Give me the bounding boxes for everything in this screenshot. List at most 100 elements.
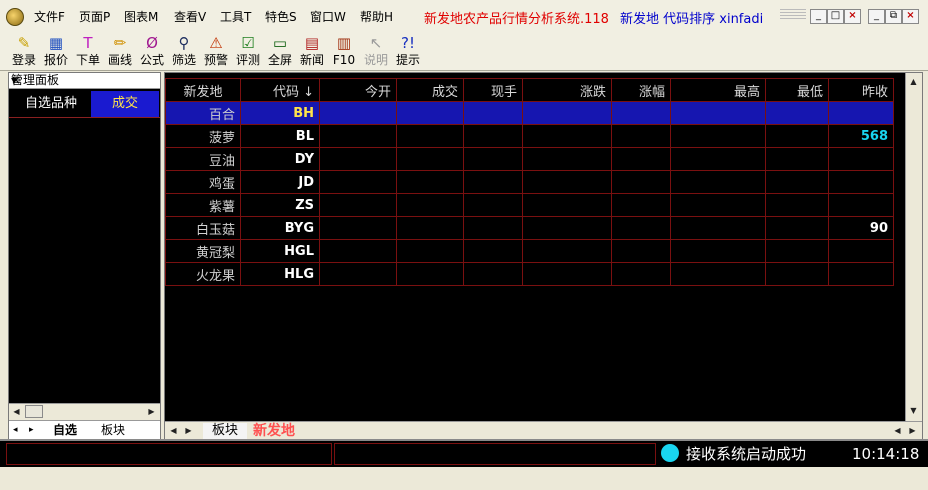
data-cell: [765, 101, 829, 125]
menu-page[interactable]: 页面P: [79, 8, 110, 25]
menu-chart[interactable]: 图表M: [124, 8, 158, 25]
data-cell: [670, 101, 766, 125]
sheet-next-icon[interactable]: ▶: [182, 424, 195, 437]
toolbar-button-10[interactable]: ▥ F10: [328, 32, 360, 70]
scroll-down-icon[interactable]: ▼: [907, 404, 920, 417]
menu-tools[interactable]: 工具T: [220, 8, 251, 25]
help-pointer-icon: ↖: [369, 34, 383, 52]
doc-minimize-button[interactable]: _: [868, 9, 885, 24]
data-cell: [463, 124, 523, 148]
evaluate-icon: ☑: [241, 34, 255, 52]
table-row[interactable]: 白玉菇 BYG 90: [165, 216, 894, 240]
data-cell: [319, 239, 397, 263]
toolbar-button-label: 公式: [139, 53, 164, 67]
toolbar-button-label: 新闻: [299, 53, 324, 67]
toolbar-button-2[interactable]: T 下单: [72, 32, 104, 70]
horizontal-scrollbar[interactable]: ◀ ▶: [9, 403, 160, 420]
tab-sector[interactable]: 板块: [101, 422, 125, 439]
doc-close-button[interactable]: ×: [902, 9, 919, 24]
toolbar-button-4[interactable]: Ø 公式: [136, 32, 168, 70]
data-cell: [765, 239, 829, 263]
toolbar-button-1[interactable]: ▦ 报价: [40, 32, 72, 70]
close-button[interactable]: ×: [844, 9, 861, 24]
toolbar-button-12[interactable]: ?! 提示: [392, 32, 424, 70]
column-header[interactable]: 现手: [463, 78, 523, 102]
menu-file[interactable]: 文件F: [34, 8, 65, 25]
product-name-cell: 火龙果: [165, 262, 241, 286]
column-header[interactable]: 涨幅: [611, 78, 671, 102]
tab-xinfadi-sheet[interactable]: 新发地: [253, 422, 295, 440]
data-cell: [765, 216, 829, 240]
tab-watchlist[interactable]: 自选: [53, 422, 77, 439]
column-header[interactable]: 新发地: [165, 78, 241, 102]
menu-help[interactable]: 帮助H: [360, 8, 393, 25]
menu-view[interactable]: 查看V: [174, 8, 206, 25]
volume-header[interactable]: 成交: [91, 91, 159, 117]
data-cell: [319, 216, 397, 240]
toolbar-grip: [780, 9, 806, 21]
toolbar-button-9[interactable]: ▤ 新闻: [296, 32, 328, 70]
panel-close-icon[interactable]: ×: [11, 73, 156, 88]
prev-close-cell: [828, 170, 894, 194]
table-row[interactable]: 黄冠梨 HGL: [165, 239, 894, 263]
restore-button[interactable]: □: [827, 9, 844, 24]
tab-next-icon[interactable]: ▸: [29, 422, 34, 439]
sheet-scroll-right-icon[interactable]: ▶: [906, 424, 919, 437]
data-cell: [611, 239, 671, 263]
table-row[interactable]: 菠萝 BL 568: [165, 124, 894, 148]
sheet-scroll-left-icon[interactable]: ◀: [891, 424, 904, 437]
data-cell: [396, 239, 464, 263]
product-code-cell: HGL: [240, 239, 320, 263]
scroll-thumb[interactable]: [25, 405, 43, 418]
order-icon: T: [83, 34, 93, 52]
menu-special[interactable]: 特色S: [265, 8, 297, 25]
sheet-tab-bar: ◀ ▶ 板块 新发地 ◀ ▶: [165, 421, 922, 440]
toolbar-button-label: 画线: [107, 53, 132, 67]
data-cell: [522, 147, 612, 171]
sheet-prev-icon[interactable]: ◀: [167, 424, 180, 437]
scroll-left-icon[interactable]: ◀: [10, 405, 23, 418]
column-header[interactable]: 昨收: [828, 78, 894, 102]
data-cell: [463, 216, 523, 240]
tip-icon: ?!: [401, 34, 415, 52]
app-logo-icon[interactable]: [6, 8, 24, 26]
minimize-button[interactable]: _: [810, 9, 827, 24]
data-cell: [670, 147, 766, 171]
toolbar-button-3[interactable]: ✏ 画线: [104, 32, 136, 70]
table-row[interactable]: 火龙果 HLG: [165, 262, 894, 286]
connection-status-icon: [661, 444, 679, 462]
product-name-cell: 菠萝: [165, 124, 241, 148]
table-row[interactable]: 紫薯 ZS: [165, 193, 894, 217]
scroll-up-icon[interactable]: ▲: [907, 75, 920, 88]
app-title: 新发地农产品行情分析系统.118: [424, 12, 609, 27]
column-header[interactable]: 今开: [319, 78, 397, 102]
toolbar-button-7[interactable]: ☑ 评测: [232, 32, 264, 70]
data-cell: [670, 239, 766, 263]
data-cell: [611, 262, 671, 286]
tab-sector-sheet[interactable]: 板块: [203, 423, 247, 439]
tab-prev-icon[interactable]: ◂: [13, 422, 18, 439]
doc-restore-button[interactable]: ⧉: [885, 9, 902, 24]
toolbar-button-5[interactable]: ⚲ 筛选: [168, 32, 200, 70]
column-header[interactable]: 最低: [765, 78, 829, 102]
toolbar-button-6[interactable]: ⚠ 预警: [200, 32, 232, 70]
menu-window[interactable]: 窗口W: [310, 8, 346, 25]
column-header[interactable]: 成交: [396, 78, 464, 102]
toolbar: ✎ 登录 ▦ 报价 T 下单 ✏ 画线 Ø 公式 ⚲ 筛选 ⚠ 预警 ☑ 评测 ▭ 全屏 ▤ 新闻 ▥ F10 ↖ 说明?! 提…: [0, 32, 928, 71]
vertical-scrollbar[interactable]: ▲ ▼: [905, 73, 922, 421]
watchlist-header[interactable]: 自选品种: [12, 91, 90, 117]
column-header[interactable]: 最高: [670, 78, 766, 102]
toolbar-button-8[interactable]: ▭ 全屏: [264, 32, 296, 70]
data-cell: [463, 193, 523, 217]
table-row[interactable]: 豆油 DY: [165, 147, 894, 171]
data-cell: [463, 147, 523, 171]
data-cell: [765, 124, 829, 148]
column-header[interactable]: 涨跌: [522, 78, 612, 102]
toolbar-button-0[interactable]: ✎ 登录: [8, 32, 40, 70]
news-icon: ▤: [304, 34, 320, 52]
product-name-cell: 紫薯: [165, 193, 241, 217]
scroll-right-icon[interactable]: ▶: [145, 405, 158, 418]
table-row[interactable]: 百合 BH: [165, 101, 894, 125]
column-header[interactable]: 代码 ↓: [240, 78, 320, 102]
table-row[interactable]: 鸡蛋 JD: [165, 170, 894, 194]
